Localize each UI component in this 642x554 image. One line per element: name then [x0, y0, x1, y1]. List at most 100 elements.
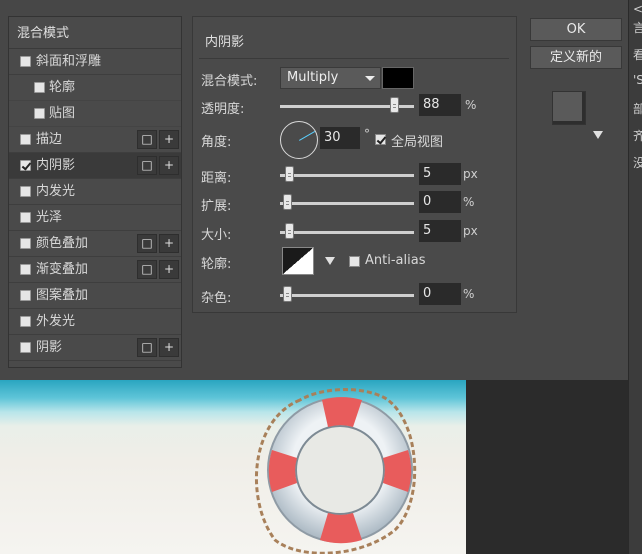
distance-slider-thumb[interactable] [285, 166, 294, 182]
style-item[interactable]: 贴图 [9, 101, 181, 127]
add-effect-button[interactable]: + [159, 338, 179, 357]
ok-button[interactable]: OK [530, 18, 622, 41]
side-panel-text: 没 [633, 154, 642, 171]
style-item-label: 贴图 [49, 106, 76, 121]
noise-slider-track[interactable] [280, 294, 414, 297]
style-list: 混合模式 斜面和浮雕 轮廓 贴图 描边 □ + 内阴影 □ + 内发光 光泽 颜色叠加 □ + 渐变叠加 □ +… [8, 16, 182, 368]
canvas-image [0, 380, 466, 554]
side-panel-text: < [633, 2, 642, 16]
contour-label: 轮廓: [201, 257, 232, 272]
size-unit: px [463, 224, 478, 238]
style-item-label: 外发光 [36, 314, 76, 329]
remove-effect-button[interactable]: □ [137, 156, 157, 175]
style-item-label: 轮廓 [49, 80, 76, 95]
blend-options-header[interactable]: 混合模式 [9, 17, 181, 49]
size-slider-thumb[interactable] [285, 223, 294, 239]
style-item-label: 斜面和浮雕 [36, 54, 102, 69]
noise-input[interactable]: 0 [419, 283, 461, 305]
add-effect-button[interactable]: + [159, 260, 179, 279]
angle-dial[interactable] [280, 121, 318, 159]
style-item-checkbox[interactable] [20, 186, 31, 197]
style-item[interactable]: 轮廓 [9, 75, 181, 101]
style-item-label: 图案叠加 [36, 288, 89, 303]
style-item-checkbox[interactable] [34, 108, 45, 119]
chevron-down-icon [365, 76, 375, 81]
style-item-checkbox[interactable] [20, 238, 31, 249]
style-item-checkbox[interactable] [20, 290, 31, 301]
global-light-checkbox[interactable] [375, 134, 386, 145]
opacity-input[interactable]: 88 [419, 94, 461, 116]
canvas-pasteboard [466, 380, 628, 554]
style-item[interactable]: 阴影 □ + [9, 335, 181, 361]
noise-slider-thumb[interactable] [283, 286, 292, 302]
spread-label: 扩展: [201, 199, 232, 214]
lifebuoy-image [255, 388, 417, 554]
antialias-checkbox[interactable] [349, 256, 360, 267]
remove-effect-button[interactable]: □ [137, 260, 157, 279]
new-style-button[interactable]: 定义新的 [530, 46, 622, 69]
style-item-label: 阴影 [36, 340, 63, 355]
angle-input[interactable]: 30 [320, 127, 360, 149]
distance-slider-track[interactable] [280, 174, 414, 177]
distance-unit: px [463, 167, 478, 181]
angle-unit: ° [364, 127, 370, 141]
layer-style-dialog: 混合模式 斜面和浮雕 轮廓 贴图 描边 □ + 内阴影 □ + 内发光 光泽 颜色叠加 □ + 渐变叠加 □ +… [0, 0, 628, 380]
style-item-checkbox[interactable] [20, 134, 31, 145]
style-item-checkbox[interactable] [20, 264, 31, 275]
spread-unit: % [463, 195, 475, 209]
style-item-checkbox[interactable] [20, 160, 31, 171]
style-item-label: 渐变叠加 [36, 262, 89, 277]
spread-slider-thumb[interactable] [283, 194, 292, 210]
blend-mode-select[interactable]: Multiply [280, 67, 381, 89]
style-item[interactable]: 内阴影 □ + [9, 153, 181, 179]
contour-preview[interactable] [282, 247, 314, 275]
opacity-slider-thumb[interactable] [390, 97, 399, 113]
noise-label: 杂色: [201, 291, 232, 306]
add-effect-button[interactable]: + [159, 234, 179, 253]
remove-effect-button[interactable]: □ [137, 130, 157, 149]
inner-shadow-panel: 内阴影 混合模式: Multiply 透明度: 88 % 角度: 30 ° 全局… [192, 16, 517, 313]
noise-unit: % [463, 287, 475, 301]
spread-input[interactable]: 0 [419, 191, 461, 213]
angle-label: 角度: [201, 135, 232, 150]
style-item-checkbox[interactable] [20, 342, 31, 353]
add-effect-button[interactable]: + [159, 156, 179, 175]
blend-mode-label: 混合模式: [201, 74, 258, 89]
size-slider-track[interactable] [280, 231, 414, 234]
opacity-label: 透明度: [201, 102, 245, 117]
distance-input[interactable]: 5 [419, 163, 461, 185]
add-effect-button[interactable]: + [159, 130, 179, 149]
contour-dropdown-icon[interactable] [325, 257, 335, 265]
remove-effect-button[interactable]: □ [137, 234, 157, 253]
preview-dropdown-icon[interactable] [593, 131, 603, 139]
style-item-checkbox[interactable] [20, 316, 31, 327]
spread-slider-track[interactable] [280, 202, 414, 205]
style-item-label: 内发光 [36, 184, 76, 199]
style-item[interactable]: 描边 □ + [9, 127, 181, 153]
style-item-label: 颜色叠加 [36, 236, 89, 251]
side-panel-text: 部 [633, 100, 642, 117]
shadow-color-swatch[interactable] [382, 67, 414, 89]
right-side-panel: < 言看 'S 部齐没 [628, 0, 642, 554]
antialias-label: Anti-alias [365, 253, 426, 268]
style-item[interactable]: 图案叠加 [9, 283, 181, 309]
side-panel-text: 'S [633, 73, 642, 87]
panel-title: 内阴影 [205, 35, 245, 50]
global-light-label: 全局视图 [391, 135, 444, 150]
style-item-checkbox[interactable] [20, 56, 31, 67]
style-item[interactable]: 外发光 [9, 309, 181, 335]
size-label: 大小: [201, 228, 232, 243]
remove-effect-button[interactable]: □ [137, 338, 157, 357]
style-item[interactable]: 光泽 [9, 205, 181, 231]
style-item[interactable]: 渐变叠加 □ + [9, 257, 181, 283]
style-item[interactable]: 内发光 [9, 179, 181, 205]
style-item-checkbox[interactable] [20, 212, 31, 223]
style-item-label: 描边 [36, 132, 63, 147]
angle-indicator [299, 131, 316, 141]
style-item[interactable]: 斜面和浮雕 [9, 49, 181, 75]
size-input[interactable]: 5 [419, 220, 461, 242]
side-panel-text: 言 [633, 19, 642, 36]
style-item-checkbox[interactable] [34, 82, 45, 93]
opacity-unit: % [465, 98, 477, 112]
style-item[interactable]: 颜色叠加 □ + [9, 231, 181, 257]
